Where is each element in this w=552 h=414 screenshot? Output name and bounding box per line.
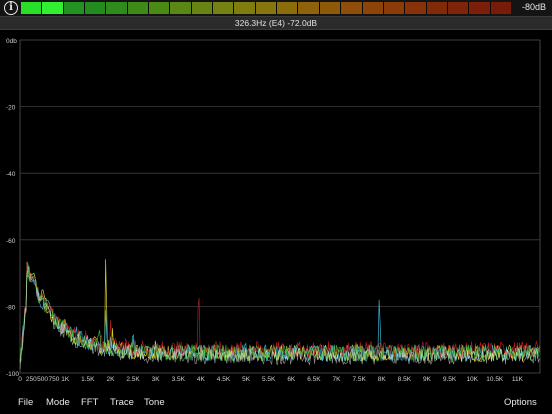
meter-segment [106,2,127,14]
plot-frame [19,39,541,374]
x-tick-label: 10.5K [486,376,504,383]
x-tick-label: 6K [287,376,296,383]
y-tick-label: 0db [6,38,17,45]
x-tick-label: 4K [197,376,206,383]
fft-button[interactable]: FFT [81,397,98,408]
x-tick-label: 2.5K [126,376,140,383]
meter-segment [362,2,383,14]
x-tick-label: 2K [106,376,115,383]
meter-segment [447,2,469,14]
x-tick-label: 3K [152,376,161,383]
frequency-readout: 326.3Hz (E4) -72.0dB [0,16,552,30]
x-tick-label: 4.5K [217,376,231,383]
x-tick-label: 9K [423,376,432,383]
x-tick-label: 1.5K [81,376,95,383]
meter-segment [426,2,447,14]
meter-segment [127,2,149,14]
spectrum-chart: 0db-20-40-60-80-1000 250 500 750 1K 1.5K 2K 2.5… [6,38,541,383]
spectrum-plot[interactable]: 0db -20 -40 -60 -80 -100 0 250 500 750 1K 1.5K 2K 2.5… [0,30,552,392]
x-tick-label: 250 [26,376,37,383]
x-tick-label: 10K [466,376,478,383]
x-tick-label: 0 [18,376,22,383]
level-meter-bar: i -80dB [0,0,552,16]
x-tick-label: 9.5K [443,376,457,383]
x-tick-label: 11K [512,376,524,383]
x-tick-label: 1K [61,376,70,383]
meter-segment [405,2,426,14]
info-icon[interactable]: i [4,1,18,15]
y-tick-label: -20 [6,105,16,112]
options-button[interactable]: Options [504,397,537,408]
x-tick-label: 8.5K [398,376,412,383]
meter-readout: -80dB [521,2,546,12]
trace-button[interactable]: Trace [110,397,134,408]
meter-segment [255,2,277,14]
meter-segment [383,2,405,14]
meter-segment [298,2,319,14]
meter-segment [21,2,42,14]
x-tick-label: 7K [333,376,342,383]
file-button[interactable]: File [18,397,33,408]
x-tick-label: 7.5K [352,376,366,383]
meter-segment [341,2,362,14]
mode-button[interactable]: Mode [46,397,70,408]
meter-segment [277,2,298,14]
x-tick-label: 8K [378,376,387,383]
meter-segment [63,2,85,14]
meter-segment [213,2,234,14]
meter-segment [469,2,490,14]
y-tick-label: -60 [6,238,16,245]
meter-segment [490,2,511,14]
x-tick-label: 500 [37,376,48,383]
x-tick-label: 5K [242,376,251,383]
x-tick-label: 750 [48,376,59,383]
y-tick-label: -40 [6,171,16,178]
tone-button[interactable]: Tone [144,397,165,408]
bottom-toolbar: File Mode FFT Trace Tone Options [0,392,552,414]
x-tick-label: 5.5K [262,376,276,383]
meter-segment [42,2,63,14]
meter-segment [85,2,106,14]
x-tick-label: 6.5K [307,376,321,383]
meter-segment [170,2,191,14]
meter-segment [319,2,341,14]
level-meter [21,2,511,14]
x-tick-label: 3.5K [172,376,186,383]
y-tick-label: -80 [6,304,16,311]
meter-segment [191,2,213,14]
meter-segment [234,2,255,14]
meter-segment [149,2,170,14]
